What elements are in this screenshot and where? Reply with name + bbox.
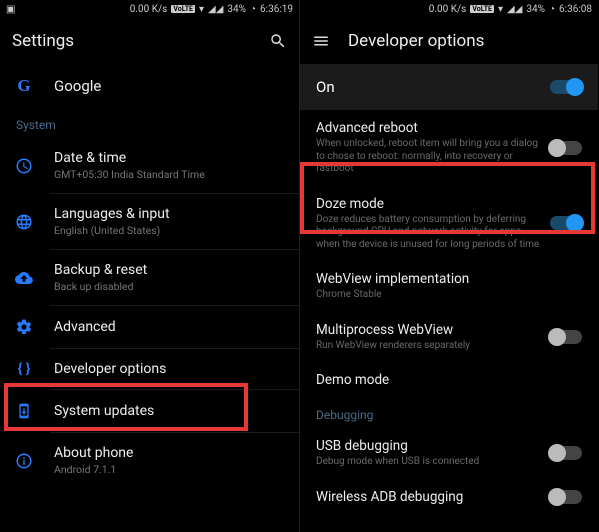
clock-icon bbox=[14, 157, 34, 175]
toggle-off-icon[interactable] bbox=[550, 446, 582, 460]
status-wifi-icon: ▾ bbox=[498, 4, 503, 15]
section-system: System bbox=[0, 108, 299, 138]
dev-header: Developer options bbox=[300, 18, 598, 64]
status-battery: 34% bbox=[526, 4, 545, 15]
settings-item-backup[interactable]: Backup & resetBack up disabled bbox=[0, 250, 299, 305]
status-battery: 34% bbox=[227, 4, 246, 15]
dev-options-master-toggle[interactable]: On bbox=[300, 64, 598, 110]
status-wifi-icon: ▾ bbox=[199, 4, 204, 15]
info-icon bbox=[14, 452, 34, 470]
status-time: 6:36:19 bbox=[260, 4, 293, 15]
status-speed: 0.00 K/s bbox=[429, 4, 467, 15]
settings-item-languages[interactable]: Languages & inputEnglish (United States) bbox=[0, 194, 299, 249]
dev-item-usb-debugging[interactable]: USB debuggingDebug mode when USB is conn… bbox=[300, 428, 598, 479]
status-volte: VoLTE bbox=[171, 5, 195, 13]
dev-item-advanced-reboot[interactable]: Advanced rebootWhen unlocked, reboot ite… bbox=[300, 110, 598, 186]
dev-item-multiprocess-webview[interactable]: Multiprocess WebViewRun WebView renderer… bbox=[300, 312, 598, 363]
globe-icon bbox=[14, 213, 34, 231]
status-speed: 0.00 K/s bbox=[130, 4, 168, 15]
developer-options-screen: 0.00 K/s VoLTE ▾ ◢◢ 34% ◔ 6:36:08 Develo… bbox=[299, 0, 598, 532]
google-label: Google bbox=[54, 77, 285, 95]
dev-item-doze-mode[interactable]: Doze modeDoze reduces battery consumptio… bbox=[300, 186, 598, 262]
toggle-on-icon[interactable] bbox=[550, 216, 582, 230]
update-icon bbox=[14, 402, 34, 420]
gear-icon bbox=[14, 318, 34, 336]
settings-screen: ▣ 0.00 K/s VoLTE ▾ ◢◢ 34% ◔ 6:36:19 Sett… bbox=[0, 0, 299, 532]
status-clock-icon: ◔ bbox=[250, 4, 256, 15]
toggle-on-icon[interactable] bbox=[550, 80, 582, 94]
status-signal-icon: ◢◢ bbox=[208, 4, 223, 15]
settings-header: Settings bbox=[0, 18, 299, 64]
status-app-icon: ▣ bbox=[6, 4, 15, 15]
status-bar: 0.00 K/s VoLTE ▾ ◢◢ 34% ◔ 6:36:08 bbox=[300, 0, 598, 18]
status-clock-icon: ◔ bbox=[549, 4, 555, 15]
cloud-icon bbox=[14, 269, 34, 287]
braces-icon: { } bbox=[14, 361, 34, 377]
status-signal-icon: ◢◢ bbox=[507, 4, 522, 15]
section-debugging: Debugging bbox=[300, 398, 598, 428]
settings-item-system-updates[interactable]: System updates bbox=[0, 390, 299, 432]
menu-icon[interactable] bbox=[312, 32, 330, 50]
status-time: 6:36:08 bbox=[559, 4, 592, 15]
settings-item-advanced[interactable]: Advanced bbox=[0, 306, 299, 348]
toggle-off-icon[interactable] bbox=[550, 141, 582, 155]
toggle-off-icon[interactable] bbox=[550, 330, 582, 344]
page-title: Settings bbox=[12, 31, 251, 51]
status-bar: ▣ 0.00 K/s VoLTE ▾ ◢◢ 34% ◔ 6:36:19 bbox=[0, 0, 299, 18]
settings-item-google[interactable]: G Google bbox=[0, 64, 299, 108]
search-icon[interactable] bbox=[269, 32, 287, 50]
toggle-off-icon[interactable] bbox=[550, 490, 582, 504]
page-title: Developer options bbox=[348, 31, 586, 51]
settings-item-developer-options[interactable]: { } Developer options bbox=[0, 349, 299, 389]
settings-item-date-time[interactable]: Date & timeGMT+05:30 India Standard Time bbox=[0, 138, 299, 193]
status-volte: VoLTE bbox=[470, 5, 494, 13]
dev-item-demo-mode[interactable]: Demo mode bbox=[300, 362, 598, 398]
dev-item-wireless-adb[interactable]: Wireless ADB debugging bbox=[300, 479, 598, 515]
google-icon: G bbox=[14, 76, 34, 96]
dev-item-webview-impl[interactable]: WebView implementationChrome Stable bbox=[300, 261, 598, 312]
settings-item-about-phone[interactable]: About phoneAndroid 7.1.1 bbox=[0, 433, 299, 488]
